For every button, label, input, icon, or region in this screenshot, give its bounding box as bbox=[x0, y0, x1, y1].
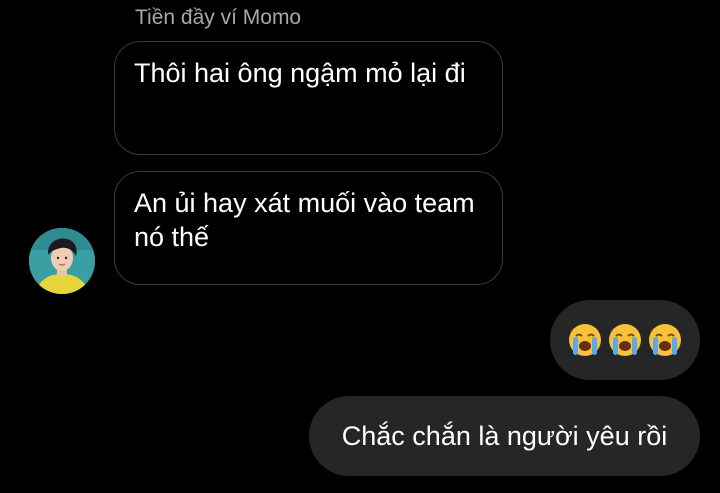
message-text: Thôi hai ông ngậm mỏ lại đi bbox=[134, 58, 466, 88]
message-bubble-incoming[interactable]: An ủi hay xát muối vào team nó thế bbox=[114, 171, 503, 285]
sender-name: Tiền đầy ví Momo bbox=[135, 6, 302, 29]
avatar[interactable] bbox=[29, 228, 95, 294]
message-text: An ủi hay xát muối vào team nó thế bbox=[134, 188, 475, 252]
message-bubble-incoming[interactable]: Thôi hai ông ngậm mỏ lại đi bbox=[114, 41, 503, 155]
loudly-crying-face-icon bbox=[649, 324, 681, 356]
message-bubble-outgoing[interactable]: Chắc chắn là người yêu rồi bbox=[309, 396, 700, 476]
loudly-crying-face-icon bbox=[569, 324, 601, 356]
avatar-image bbox=[29, 228, 95, 294]
message-text: Chắc chắn là người yêu rồi bbox=[341, 421, 668, 451]
emoji-message-bubble[interactable] bbox=[550, 300, 700, 380]
loudly-crying-face-icon bbox=[609, 324, 641, 356]
